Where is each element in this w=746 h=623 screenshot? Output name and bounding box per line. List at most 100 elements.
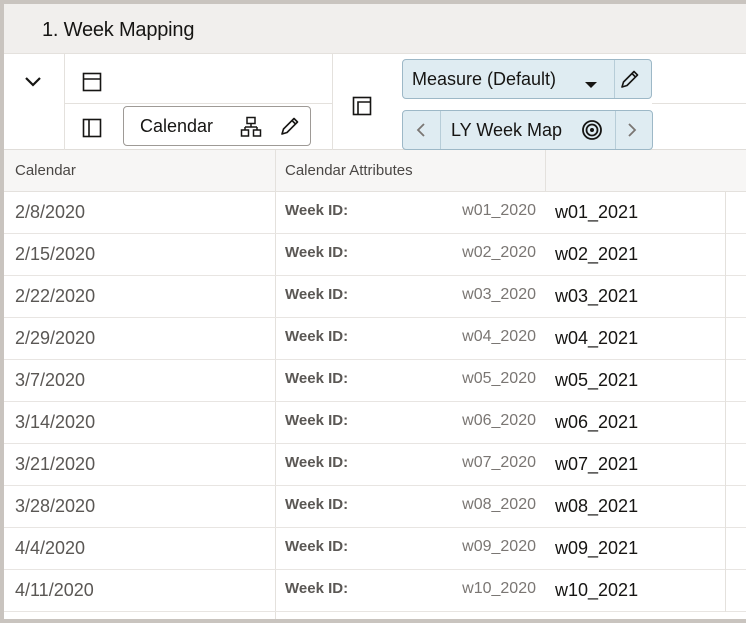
ly-week-map-cell[interactable]: w06_2021 [545, 402, 726, 444]
toolbar-divider [332, 54, 333, 150]
week-id-value: w02_2020 [462, 244, 536, 261]
week-id-label: Week ID: [285, 328, 349, 345]
layout-corner-button[interactable] [350, 94, 374, 118]
week-id-value: w06_2020 [462, 412, 536, 429]
toolbar: Calendar Measure (Default) LY Week Map [4, 54, 746, 150]
hierarchy-button[interactable] [240, 116, 262, 143]
row-date[interactable]: 2/22/2020 [15, 286, 95, 307]
button-divider [614, 60, 615, 98]
ly-week-map-cell[interactable]: w04_2021 [545, 318, 726, 360]
ly-week-map-selector: LY Week Map [402, 110, 653, 150]
target-icon [582, 120, 602, 140]
row-date[interactable]: 3/14/2020 [15, 412, 95, 433]
table-row: 2/8/2020 Week ID: w01_2020 w01_2021 [4, 192, 746, 234]
row-date[interactable]: 4/11/2020 [15, 580, 94, 601]
row-date[interactable]: 2/15/2020 [15, 244, 95, 265]
column-header-calendar[interactable]: Calendar [15, 162, 76, 179]
button-divider [440, 111, 441, 149]
button-divider [615, 111, 616, 149]
column-header-calendar-attributes[interactable]: Calendar Attributes [285, 162, 413, 179]
chevron-down-icon [25, 77, 41, 87]
row-date[interactable]: 2/29/2020 [15, 328, 95, 349]
ly-week-map-value: w05_2021 [555, 370, 639, 390]
ly-week-map-cell[interactable]: w03_2021 [545, 276, 726, 318]
ly-week-map-value: w09_2021 [555, 538, 639, 558]
row-date[interactable]: 3/28/2020 [15, 496, 95, 517]
table-row: 3/7/2020 Week ID: w05_2020 w05_2021 [4, 360, 746, 402]
ly-week-map-value: w02_2021 [555, 244, 639, 264]
next-measure-button[interactable] [626, 122, 638, 143]
week-id-label: Week ID: [285, 412, 349, 429]
pencil-icon [281, 117, 299, 135]
grid-header: Calendar Calendar Attributes [4, 150, 746, 192]
week-id-value: w03_2020 [462, 286, 536, 303]
table-row: 2/22/2020 Week ID: w03_2020 w03_2021 [4, 276, 746, 318]
week-mapping-view: 1. Week Mapping Calendar Measure (Defaul… [0, 0, 746, 623]
panel-top-icon [82, 72, 102, 92]
ly-week-map-label[interactable]: LY Week Map [451, 120, 562, 141]
table-row: 3/21/2020 Week ID: w07_2020 w07_2021 [4, 444, 746, 486]
toolbar-divider [64, 54, 65, 150]
row-date[interactable]: 4/4/2020 [15, 538, 85, 559]
title-bar: 1. Week Mapping [4, 4, 746, 54]
week-id-label: Week ID: [285, 202, 349, 219]
target-button[interactable] [581, 119, 603, 146]
ly-week-map-value: w07_2021 [555, 454, 639, 474]
ly-week-map-cell[interactable]: w09_2021 [545, 528, 726, 570]
ly-week-map-cell[interactable]: w02_2021 [545, 234, 726, 276]
ly-week-map-value: w01_2021 [555, 202, 639, 222]
hierarchy-icon [240, 116, 262, 137]
calendar-dimension-button[interactable]: Calendar [123, 106, 311, 146]
table-row: 3/14/2020 Week ID: w06_2020 w06_2021 [4, 402, 746, 444]
ly-week-map-value: w03_2021 [555, 286, 639, 306]
measure-dropdown-button[interactable] [584, 76, 598, 94]
table-row: 2/15/2020 Week ID: w02_2020 w02_2021 [4, 234, 746, 276]
edit-calendar-button[interactable] [279, 115, 301, 142]
calendar-button-label: Calendar [140, 116, 214, 136]
chevron-left-icon [416, 123, 425, 137]
week-id-label: Week ID: [285, 496, 349, 513]
week-id-label: Week ID: [285, 580, 349, 597]
week-id-value: w04_2020 [462, 328, 536, 345]
ly-week-map-cell[interactable]: w05_2021 [545, 360, 726, 402]
ly-week-map-cell[interactable]: w08_2021 [545, 486, 726, 528]
collapse-button[interactable] [21, 70, 45, 94]
edit-measure-button[interactable] [619, 68, 641, 95]
week-id-value: w07_2020 [462, 454, 536, 471]
layout-left-button[interactable] [80, 116, 104, 140]
ly-week-map-cell[interactable]: w10_2021 [545, 570, 726, 612]
layout-top-button[interactable] [80, 70, 104, 94]
week-id-label: Week ID: [285, 454, 349, 471]
week-id-value: w01_2020 [462, 202, 536, 219]
ly-week-map-cell[interactable]: w07_2021 [545, 444, 726, 486]
ly-week-map-value: w06_2021 [555, 412, 639, 432]
week-id-value: w05_2020 [462, 370, 536, 387]
table-row: 2/29/2020 Week ID: w04_2020 w04_2021 [4, 318, 746, 360]
row-date[interactable]: 3/21/2020 [15, 454, 95, 475]
ly-week-map-value: w08_2021 [555, 496, 639, 516]
week-id-value: w08_2020 [462, 496, 536, 513]
measure-dimension-button[interactable]: Measure (Default) [402, 59, 652, 99]
week-id-label: Week ID: [285, 244, 349, 261]
measure-button-label: Measure (Default) [412, 69, 557, 89]
week-id-label: Week ID: [285, 538, 349, 555]
table-row: 4/11/2020 Week ID: w10_2020 w10_2021 [4, 570, 746, 612]
layout-corner-icon [352, 96, 372, 116]
caret-down-icon [585, 82, 597, 88]
pencil-icon [621, 70, 639, 88]
column-divider [545, 150, 546, 192]
ly-week-map-value: w04_2021 [555, 328, 639, 348]
ly-week-map-value: w10_2021 [555, 580, 639, 600]
panel-left-icon [82, 118, 102, 138]
previous-measure-button[interactable] [415, 122, 427, 143]
ly-week-map-cell[interactable]: w01_2021 [545, 192, 726, 234]
week-id-label: Week ID: [285, 370, 349, 387]
chevron-right-icon [628, 123, 637, 137]
row-date[interactable]: 2/8/2020 [15, 202, 85, 223]
row-date[interactable]: 3/7/2020 [15, 370, 85, 391]
week-id-value: w10_2020 [462, 580, 536, 597]
week-id-value: w09_2020 [462, 538, 536, 555]
toolbar-divider [64, 103, 332, 104]
week-id-label: Week ID: [285, 286, 349, 303]
table-row: 3/28/2020 Week ID: w08_2020 w08_2021 [4, 486, 746, 528]
